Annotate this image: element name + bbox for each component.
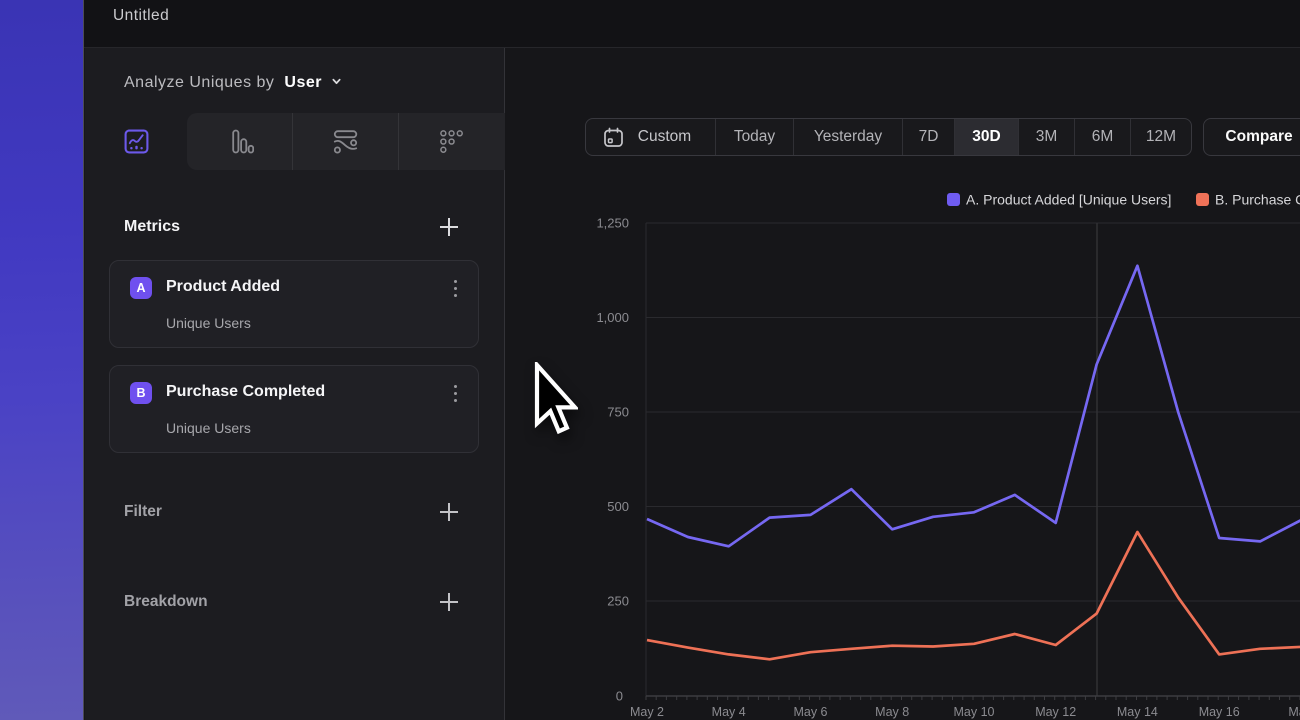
svg-text:May 8: May 8 xyxy=(875,705,909,719)
svg-text:May 16: May 16 xyxy=(1199,705,1240,719)
svg-text:750: 750 xyxy=(607,405,629,420)
svg-text:500: 500 xyxy=(607,499,629,514)
svg-text:May 6: May 6 xyxy=(793,705,827,719)
svg-text:May 14: May 14 xyxy=(1117,705,1158,719)
svg-text:1,000: 1,000 xyxy=(596,310,629,325)
svg-text:A. Product Added [Unique Users: A. Product Added [Unique Users] xyxy=(966,192,1171,208)
svg-text:May 12: May 12 xyxy=(1035,705,1076,719)
svg-text:0: 0 xyxy=(616,689,623,704)
svg-text:May 10: May 10 xyxy=(954,705,995,719)
svg-text:1,250: 1,250 xyxy=(596,216,629,231)
svg-text:May 4: May 4 xyxy=(712,705,746,719)
svg-text:May 2: May 2 xyxy=(630,705,664,719)
svg-text:B. Purchase Completed [Uniqu: B. Purchase Completed [Uniqu xyxy=(1215,192,1300,208)
svg-text:250: 250 xyxy=(607,594,629,609)
svg-text:Ma: Ma xyxy=(1288,705,1300,719)
